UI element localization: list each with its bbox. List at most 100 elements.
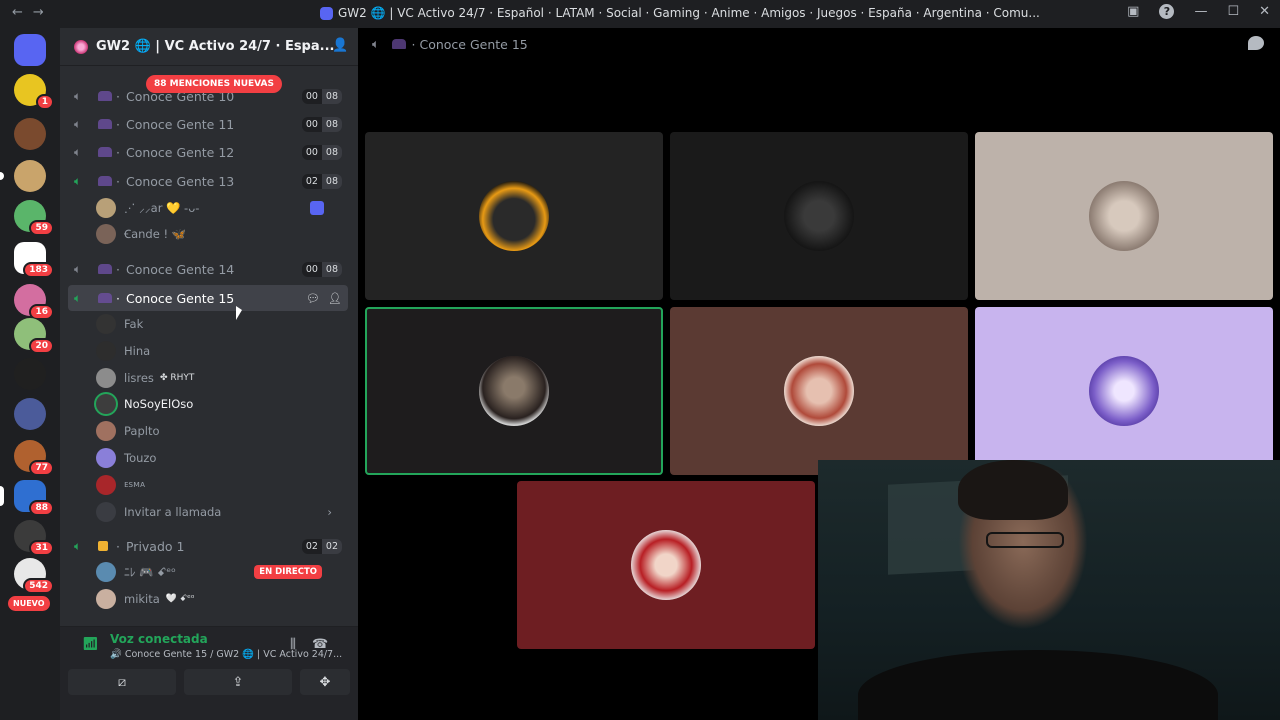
avatar xyxy=(96,589,116,609)
title-bar: ← → GW2 🌐 | VC Activo 24/7 · Español · L… xyxy=(0,0,1280,28)
chevron-down-icon[interactable]: ⌄ xyxy=(302,38,312,52)
server-header[interactable]: GW2 🌐 | VC Activo 24/7 · Espa... ⌄ 👤 xyxy=(60,28,358,66)
person-hair xyxy=(958,460,1068,520)
voice-user[interactable]: mikita 🤍 ꗃᵉᵒ xyxy=(96,587,336,611)
chat-icon[interactable]: 💬︎ xyxy=(306,292,320,305)
server-list: 1 59 183 16 20 77 88 31 542 NUEVO xyxy=(0,28,60,720)
server-icon[interactable]: 77 xyxy=(14,440,54,476)
server-icon[interactable] xyxy=(14,398,46,430)
avatar xyxy=(96,341,116,361)
participant-tile[interactable] xyxy=(670,307,968,475)
invite-to-call[interactable]: Invitar a llamada › xyxy=(96,500,336,524)
speaker-icon: 🔈︎ xyxy=(74,538,82,553)
inbox-icon[interactable]: ▣ xyxy=(1127,4,1139,19)
voice-user[interactable]: Fak xyxy=(96,312,336,336)
server-icon[interactable]: 88 xyxy=(0,480,54,516)
participant-tile[interactable] xyxy=(975,307,1273,475)
maximize-button[interactable]: ☐ xyxy=(1227,4,1239,19)
noise-suppression-icon[interactable]: ⫼ xyxy=(290,637,296,652)
voice-user[interactable]: ⋰ ⸝⸝ar 💛 -ᴗ- xyxy=(96,196,336,220)
window-title: GW2 🌐 | VC Activo 24/7 · Español · LATAM… xyxy=(320,6,1040,20)
speaker-icon: 🔈︎ xyxy=(74,116,82,131)
activities-button[interactable]: ✥ xyxy=(300,669,350,695)
channel-name: Conoce Gente 11 xyxy=(125,116,235,132)
speaker-icon: 🔈︎ xyxy=(74,261,82,276)
avatar xyxy=(96,224,116,244)
server-icon[interactable] xyxy=(0,160,46,192)
user-name: ᴇꜱᴍᴀ xyxy=(124,480,146,490)
add-member-icon[interactable]: 👤 xyxy=(332,38,348,53)
voice-connected-panel: 📶︎ Voz conectada 🔊 Conoce Gente 15 / GW2… xyxy=(60,626,358,720)
voice-channel[interactable]: 🔈︎ · Privado 1 02 02 xyxy=(68,533,348,559)
speaker-icon: 🔈︎ xyxy=(74,173,82,188)
mentions-pill[interactable]: 88 MENCIONES NUEVAS xyxy=(146,75,282,93)
server-icon[interactable]: 16 xyxy=(14,284,54,320)
user-name: Fak xyxy=(124,317,144,331)
voice-user[interactable]: NoSoyElOso xyxy=(96,392,336,416)
voice-channel[interactable]: 🔈︎ · Conoce Gente 13 02 08 xyxy=(68,168,348,194)
voice-channel[interactable]: 🔈︎ · Conoce Gente 12 00 08 xyxy=(68,139,348,165)
speaker-icon: 🔈︎ xyxy=(74,144,82,159)
minimize-button[interactable]: — xyxy=(1194,4,1207,19)
channel-name: Conoce Gente 12 xyxy=(125,144,235,160)
server-icon[interactable]: 59 xyxy=(14,200,54,236)
voice-user[interactable]: Paplto xyxy=(96,419,336,443)
group-icon xyxy=(98,176,112,186)
camera-off-button[interactable]: ⧄ xyxy=(68,669,176,695)
voice-channel[interactable]: 🔈︎ · Conoce Gente 14 00 08 xyxy=(68,256,348,282)
avatar xyxy=(631,530,701,600)
live-badge: EN DIRECTO xyxy=(254,565,322,579)
group-icon xyxy=(98,293,112,303)
participant-tile[interactable] xyxy=(365,132,663,300)
user-count: 00 08 xyxy=(301,116,342,132)
voice-user[interactable]: Touzo xyxy=(96,446,336,470)
forward-arrow-icon[interactable]: → xyxy=(33,5,44,20)
server-icon[interactable]: 1 xyxy=(14,74,54,110)
voice-user[interactable]: ﾆﾚ 🎮 ꗃᵉᵒ EN DIRECTO xyxy=(96,560,336,584)
avatar xyxy=(96,394,116,414)
server-icon[interactable]: 20 xyxy=(14,318,54,354)
avatar xyxy=(96,421,116,441)
help-icon[interactable]: ? xyxy=(1159,4,1175,19)
add-user-icon xyxy=(96,502,116,522)
back-arrow-icon[interactable]: ← xyxy=(12,5,23,20)
server-icon[interactable]: 31 xyxy=(14,520,54,556)
voice-user[interactable]: Ꞓande ! 🦋 xyxy=(96,222,336,246)
participant-tile-speaking[interactable] xyxy=(365,307,663,475)
voice-user[interactable]: ᴇꜱᴍᴀ xyxy=(96,473,336,497)
avatar xyxy=(479,181,549,251)
user-name: NoSoyElOso xyxy=(124,397,194,411)
voice-user[interactable]: lisres ✤ RHYT xyxy=(96,366,336,390)
server-icon[interactable] xyxy=(14,118,46,150)
channel-name: Conoce Gente 14 xyxy=(125,261,235,277)
voice-channel[interactable]: 🔈︎ · Conoce Gente 11 00 08 xyxy=(68,111,348,137)
voice-channel-active[interactable]: 🔈︎ · Conoce Gente 15 💬︎ 👤︎ xyxy=(68,285,348,311)
user-count: 00 08 xyxy=(301,144,342,160)
participant-tile[interactable] xyxy=(670,132,968,300)
voice-status[interactable]: Voz conectada xyxy=(110,632,208,646)
chat-icon[interactable] xyxy=(1248,36,1264,50)
server-name: GW2 🌐 | VC Activo 24/7 · Espa... xyxy=(96,39,335,54)
participant-tile[interactable] xyxy=(517,481,815,649)
disconnect-icon[interactable]: ☎ xyxy=(312,637,328,652)
server-icon[interactable]: 542 xyxy=(14,558,54,594)
user-tag: 🤍 ꗃᵉᵒ xyxy=(165,594,195,604)
close-button[interactable]: ✕ xyxy=(1259,4,1270,19)
chevron-right-icon: › xyxy=(327,505,332,519)
discord-app-icon xyxy=(320,6,333,20)
avatar xyxy=(784,181,854,251)
server-icon[interactable] xyxy=(14,358,46,390)
server-icon[interactable]: 183 xyxy=(14,242,54,278)
screen-share-button[interactable]: ⇪ xyxy=(184,669,292,695)
discord-home-icon[interactable] xyxy=(14,34,46,66)
server-icon xyxy=(74,39,88,54)
user-count: 02 08 xyxy=(301,173,342,189)
signal-icon[interactable]: 📶︎ xyxy=(82,637,99,652)
new-badge[interactable]: NUEVO xyxy=(8,596,50,611)
add-user-icon[interactable]: 👤︎ xyxy=(328,292,342,305)
voice-user[interactable]: Hina xyxy=(96,339,336,363)
webcam-overlay xyxy=(818,460,1280,720)
participant-tile[interactable] xyxy=(975,132,1273,300)
group-icon xyxy=(98,264,112,274)
lock-icon xyxy=(98,541,108,551)
